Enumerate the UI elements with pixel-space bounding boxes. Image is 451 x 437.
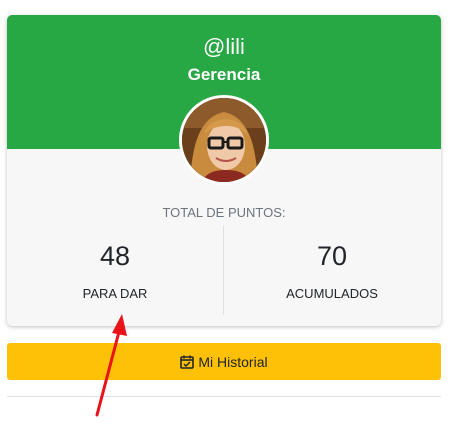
- history-button[interactable]: Mi Historial: [7, 343, 441, 380]
- points-accumulated-label: ACUMULADOS: [286, 286, 378, 301]
- total-points-label: TOTAL DE PUNTOS:: [162, 205, 286, 220]
- user-role: Gerencia: [187, 65, 261, 84]
- divider: [7, 396, 441, 397]
- profile-card: @lili Gerencia TOTAL DE PUNTOS: 48 PARA: [7, 15, 441, 326]
- avatar[interactable]: [179, 95, 269, 185]
- points-stats: 48 PARA DAR 70 ACUMULADOS: [7, 225, 441, 315]
- points-to-give-label: PARA DAR: [82, 286, 148, 301]
- points-accumulated: 70 ACUMULADOS: [224, 225, 440, 315]
- page: @lili Gerencia TOTAL DE PUNTOS: 48 PARA: [0, 0, 451, 437]
- history-button-label: Mi Historial: [198, 353, 268, 370]
- points-accumulated-value: 70: [316, 241, 348, 271]
- points-to-give: 48 PARA DAR: [7, 225, 223, 315]
- calendar-check-icon: [180, 355, 195, 369]
- username: @lili: [203, 34, 245, 59]
- points-to-give-value: 48: [99, 241, 131, 271]
